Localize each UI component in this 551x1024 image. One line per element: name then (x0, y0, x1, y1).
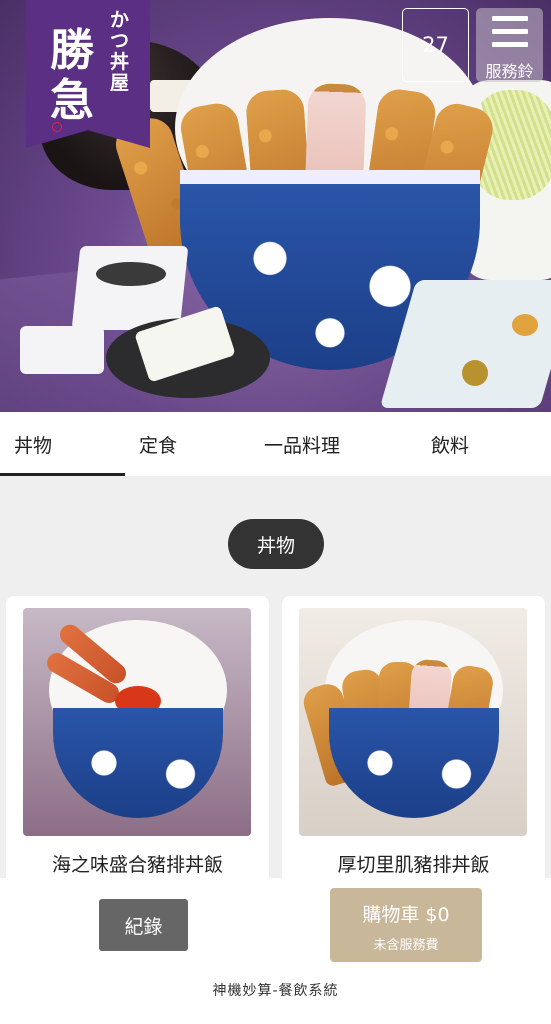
tab-donburi[interactable]: 丼物 (0, 412, 125, 476)
tab-drinks[interactable]: 飲料 (431, 412, 469, 476)
product-image (299, 608, 527, 836)
cart-service-note: 未含服務費 (373, 938, 439, 953)
tab-a-la-carte[interactable]: 一品料理 (264, 412, 340, 476)
product-name: 海之味盛合豬排丼飯 (51, 854, 223, 876)
service-bell-label: 服務鈴 (485, 62, 534, 81)
category-tabs: 丼物 定食 一品料理 飲料 (0, 412, 551, 476)
service-bell-button[interactable]: 服務鈴 (476, 8, 543, 82)
logo-seal-icon (52, 122, 62, 132)
table-number-badge: 27 (402, 8, 469, 82)
footer-text: 神機妙算-餐飲系統 (212, 983, 339, 999)
hamburger-icon (492, 16, 528, 48)
cart-total-label: 購物車 $0 (362, 904, 450, 926)
logo-main-text: 勝急 (50, 25, 94, 126)
logo-side-text: かつ丼屋 (110, 9, 130, 94)
product-card-seafood-katsudon[interactable]: 海之味盛合豬排丼飯 (6, 596, 269, 896)
product-image (23, 608, 251, 836)
product-name: 厚切里肌豬排丼飯 (337, 854, 490, 876)
order-history-button[interactable]: 紀錄 (99, 899, 188, 951)
tab-set-meal[interactable]: 定食 (139, 412, 177, 476)
cart-button[interactable]: 購物車 $0 未含服務費 (330, 888, 482, 962)
bottom-bar: 紀錄 購物車 $0 未含服務費 神機妙算-餐飲系統 (0, 878, 551, 1024)
product-card-thick-loin-katsudon[interactable]: 厚切里肌豬排丼飯 (282, 596, 545, 896)
section-title: 丼物 (228, 519, 324, 569)
